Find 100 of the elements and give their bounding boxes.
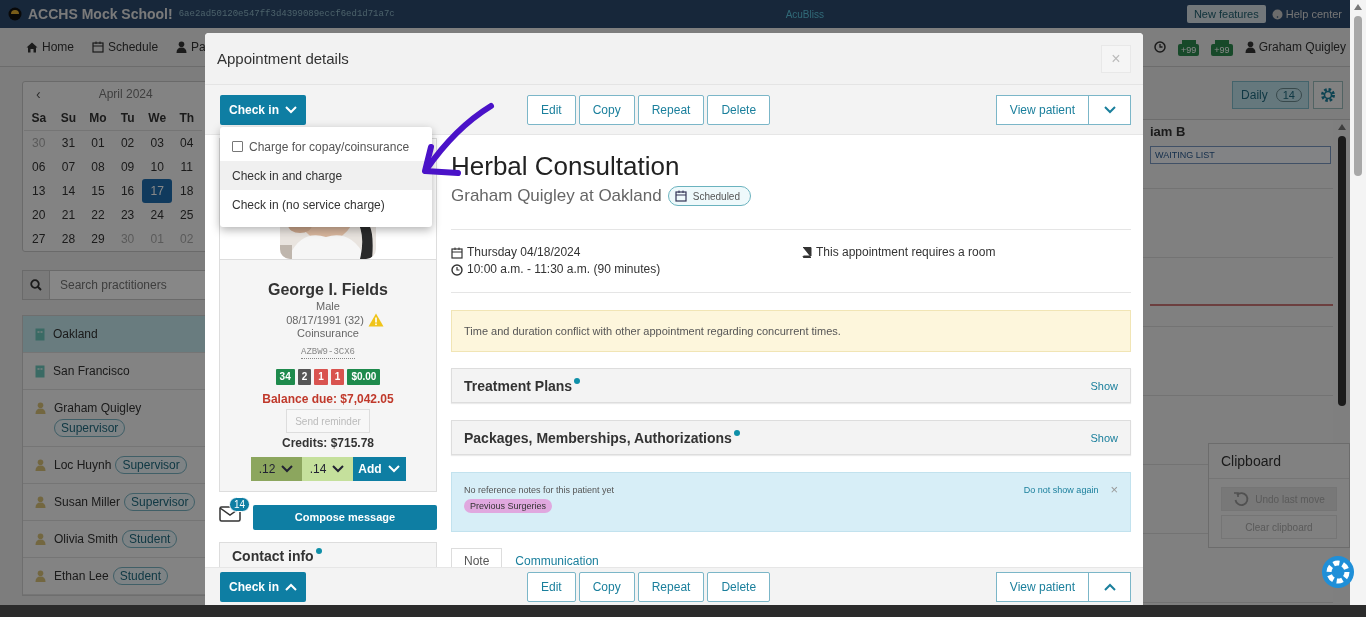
help-center-link[interactable]: Help center <box>1285 8 1342 20</box>
caret-button[interactable] <box>1089 94 1131 125</box>
action-button[interactable]: Edit <box>527 94 576 125</box>
calendar-day[interactable]: 31 <box>53 131 84 155</box>
nav-tab[interactable]: Home <box>17 28 83 66</box>
help-icon <box>1271 8 1283 20</box>
home-icon <box>26 41 38 53</box>
chevron-up-icon <box>285 583 297 591</box>
practitioner-name: Oakland <box>53 326 98 343</box>
compose-message-button[interactable]: Compose message <box>253 504 437 530</box>
new-features-button[interactable]: New features <box>1186 5 1266 23</box>
collapsible-section[interactable]: Treatment Plans Show <box>451 368 1131 403</box>
collapsible-section[interactable]: Packages, Memberships, Authorizations Show <box>451 420 1131 455</box>
view-patient-button[interactable]: View patient <box>995 572 1089 602</box>
user-name[interactable]: Graham Quigley <box>1258 40 1346 54</box>
action-button[interactable]: Copy <box>578 572 635 602</box>
close-button[interactable]: × <box>1110 485 1118 495</box>
chevron-down-icon <box>332 465 345 473</box>
action-button[interactable]: Delete <box>707 572 771 602</box>
patient-name: George I. Fields <box>268 280 388 300</box>
calendar-day[interactable]: 14 <box>53 179 84 203</box>
calendar-day[interactable]: 16 <box>112 179 143 203</box>
patient-sex: Male <box>316 300 340 313</box>
history-tag: Previous Surgeries <box>464 499 553 513</box>
scrollbar-thumb[interactable] <box>1354 16 1362 176</box>
undo-icon <box>1233 491 1250 507</box>
chevron-down-icon <box>1103 105 1116 114</box>
calendar-day[interactable]: 10 <box>142 155 172 179</box>
chevron-up-icon <box>1103 583 1116 591</box>
nav-tab[interactable]: Schedule <box>83 28 168 66</box>
menu-item[interactable]: Check in and charge <box>220 161 432 190</box>
settings-button[interactable] <box>1313 81 1343 109</box>
calendar-day[interactable]: 18 <box>171 179 202 203</box>
menu-item[interactable]: Check in (no service charge) <box>220 190 432 219</box>
dismiss-link[interactable]: Do not show again <box>1023 485 1099 495</box>
role-tag: Student <box>122 530 178 548</box>
indicator-dot <box>315 548 322 554</box>
calendar-day[interactable]: 22 <box>83 203 113 227</box>
calendar-day[interactable]: 08 <box>83 155 113 179</box>
show-link[interactable]: Show <box>1090 379 1118 392</box>
action-button[interactable]: Repeat <box>637 94 705 125</box>
settings-icon <box>1319 86 1337 104</box>
calendar-day[interactable]: 24 <box>142 203 172 227</box>
month-label: April 2024 <box>98 87 153 101</box>
count-badge: $0.00 <box>347 369 381 385</box>
patient-birthdate: 08/17/1991 (32) <box>286 313 364 327</box>
patient-id: AZBW9-3CX6 <box>301 346 355 359</box>
calendar-day[interactable]: 29 <box>83 227 113 251</box>
action-button[interactable]: Delete <box>707 94 771 125</box>
calendar-day[interactable]: 15 <box>83 179 113 203</box>
tab[interactable]: Communication <box>502 548 612 567</box>
schedule-entry[interactable]: WAITING LIST <box>1150 146 1331 164</box>
calendar-day[interactable]: 01 <box>83 131 113 155</box>
calendar-day[interactable]: 17 <box>142 179 172 203</box>
view-patient-button[interactable]: View patient <box>995 94 1089 125</box>
calendar-day[interactable]: 13 <box>24 179 54 203</box>
calendar-day[interactable]: 04 <box>171 131 202 155</box>
check-in-button[interactable]: Check in <box>220 572 306 602</box>
weekday-label: Mo <box>83 106 113 131</box>
code-dropdown[interactable]: .14 <box>301 457 353 481</box>
action-button[interactable]: Repeat <box>637 572 705 602</box>
calendar-day[interactable]: 21 <box>53 203 84 227</box>
practitioner-name: Graham Quigley <box>54 400 142 417</box>
practitioner-name: Ethan Lee <box>54 568 109 585</box>
nav-tab[interactable]: Pa <box>167 28 215 66</box>
calendar-day[interactable]: 03 <box>142 131 172 155</box>
calendar-day[interactable]: 02 <box>112 131 143 155</box>
calendar-day[interactable]: 07 <box>53 155 84 179</box>
add-dropdown[interactable]: Add <box>352 457 406 481</box>
practitioner-name: Olivia Smith <box>54 531 118 548</box>
scrollbar-thumb[interactable] <box>1337 136 1346 406</box>
message-count-badge: 14 <box>229 497 251 512</box>
caret-button[interactable] <box>1089 572 1131 602</box>
status-text: Scheduled <box>692 190 740 202</box>
action-button[interactable]: Edit <box>527 572 576 602</box>
calendar-day[interactable]: 09 <box>112 155 143 179</box>
check-in-button[interactable]: Check in <box>220 94 306 125</box>
checkbox[interactable] <box>232 141 243 152</box>
column-header: iam B <box>1150 124 1187 140</box>
calendar-day[interactable]: 25 <box>171 203 202 227</box>
calendar-day[interactable]: 28 <box>53 227 84 251</box>
weekday-label: Th <box>171 106 202 131</box>
calendar-day[interactable]: 11 <box>171 155 202 179</box>
chevron-down-icon <box>387 465 400 473</box>
lifebuoy-icon <box>1326 560 1350 584</box>
action-button[interactable]: Copy <box>578 94 635 125</box>
code-dropdown[interactable]: .12 <box>250 457 302 481</box>
calendar-day[interactable]: 27 <box>24 227 54 251</box>
calendar-day[interactable]: 06 <box>24 155 54 179</box>
show-link[interactable]: Show <box>1090 431 1118 444</box>
practitioner-name: Susan Miller <box>54 494 121 511</box>
scroll-up-icon <box>1354 4 1362 10</box>
clock-icon <box>1154 41 1167 53</box>
calendar-day[interactable]: 20 <box>24 203 54 227</box>
daily-view-button[interactable]: Daily 14 <box>1232 81 1309 109</box>
calendar-day[interactable]: 23 <box>112 203 143 227</box>
calendar-icon <box>451 246 463 259</box>
insurance-type: Coinsurance <box>297 327 359 340</box>
appointment-time: 10:00 a.m. - 11:30 a.m. (90 minutes) <box>467 261 661 278</box>
previous-month-button[interactable]: ‹ <box>32 86 45 102</box>
